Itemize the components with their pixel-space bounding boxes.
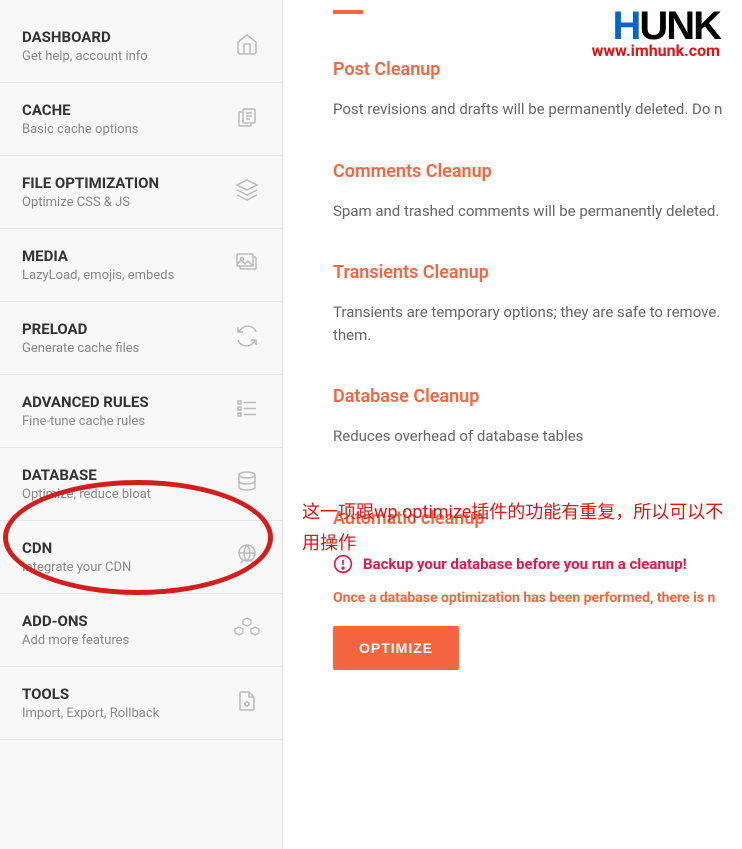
sidebar-item-subtitle: Generate cache files	[22, 341, 224, 356]
sidebar-item-addons[interactable]: ADD-ONS Add more features	[0, 594, 282, 667]
main-content: Post Cleanup Post revisions and drafts w…	[283, 0, 742, 849]
sidebar-item-title: FILE OPTIMIZATION	[22, 174, 224, 192]
danger-note: Once a database optimization has been pe…	[333, 590, 742, 606]
section-comments-cleanup: Comments Cleanup Spam and trashed commen…	[333, 161, 742, 223]
sidebar-item-title: ADVANCED RULES	[22, 393, 224, 411]
logo-overlay: HUNK www.imhunk.com	[592, 8, 720, 60]
sidebar-item-subtitle: Get help, account info	[22, 49, 224, 64]
cubes-icon	[234, 615, 260, 641]
active-tab-indicator	[333, 10, 363, 14]
section-heading: Comments Cleanup	[333, 161, 742, 182]
section-description: Transients are temporary options; they a…	[333, 301, 742, 346]
sidebar-item-subtitle: Import, Export, Rollback	[22, 706, 224, 721]
layers-icon	[234, 177, 260, 203]
section-transients-cleanup: Transients Cleanup Transients are tempor…	[333, 262, 742, 346]
sidebar-item-title: DASHBOARD	[22, 28, 224, 46]
sidebar-item-subtitle: Optimize, reduce bloat	[22, 487, 224, 502]
sidebar-item-media[interactable]: MEDIA LazyLoad, emojis, embeds	[0, 229, 282, 302]
sidebar-item-file-optimization[interactable]: FILE OPTIMIZATION Optimize CSS & JS	[0, 156, 282, 229]
sidebar-item-subtitle: Basic cache options	[22, 122, 224, 137]
sidebar-item-cache[interactable]: CACHE Basic cache options	[0, 83, 282, 156]
database-icon	[234, 469, 260, 495]
sidebar-item-title: PRELOAD	[22, 320, 224, 338]
section-description: Reduces overhead of database tables	[333, 425, 742, 448]
sidebar-item-dashboard[interactable]: DASHBOARD Get help, account info	[0, 10, 282, 83]
optimize-button[interactable]: OPTIMIZE	[333, 626, 459, 670]
section-description: Post revisions and drafts will be perman…	[333, 98, 742, 121]
sidebar-item-subtitle: Add more features	[22, 633, 224, 648]
sidebar-item-title: CACHE	[22, 101, 224, 119]
sidebar-item-subtitle: LazyLoad, emojis, embeds	[22, 268, 224, 283]
list-icon	[234, 396, 260, 422]
sidebar-item-cdn[interactable]: CDN Integrate your CDN	[0, 521, 282, 594]
file-gear-icon	[234, 688, 260, 714]
sidebar-item-subtitle: Fine-tune cache rules	[22, 414, 224, 429]
images-icon	[234, 250, 260, 276]
globe-icon	[234, 542, 260, 568]
section-heading: Post Cleanup	[333, 59, 742, 80]
logo-url: www.imhunk.com	[592, 41, 720, 60]
sidebar-item-subtitle: Optimize CSS & JS	[22, 195, 224, 210]
section-database-cleanup: Database Cleanup Reduces overhead of dat…	[333, 386, 742, 448]
sidebar-item-subtitle: Integrate your CDN	[22, 560, 224, 575]
copy-icon	[234, 104, 260, 130]
home-icon	[234, 31, 260, 57]
sidebar-item-title: DATABASE	[22, 466, 224, 484]
sidebar-item-title: MEDIA	[22, 247, 224, 265]
logo-text: HUNK	[592, 8, 720, 44]
sidebar-item-title: TOOLS	[22, 685, 224, 703]
sidebar-item-advanced-rules[interactable]: ADVANCED RULES Fine-tune cache rules	[0, 375, 282, 448]
section-description: Spam and trashed comments will be perman…	[333, 200, 742, 223]
section-heading: Database Cleanup	[333, 386, 742, 407]
sidebar-item-title: CDN	[22, 539, 224, 557]
annotation-text: 这一项跟wp optimize插件的功能有重复，所以可以不用操作	[302, 498, 726, 559]
sidebar-item-tools[interactable]: TOOLS Import, Export, Rollback	[0, 667, 282, 740]
section-post-cleanup: Post Cleanup Post revisions and drafts w…	[333, 59, 742, 121]
refresh-icon	[234, 323, 260, 349]
sidebar-item-title: ADD-ONS	[22, 612, 224, 630]
section-heading: Transients Cleanup	[333, 262, 742, 283]
sidebar-item-database[interactable]: DATABASE Optimize, reduce bloat	[0, 448, 282, 521]
sidebar: DASHBOARD Get help, account info CACHE B…	[0, 0, 283, 849]
sidebar-item-preload[interactable]: PRELOAD Generate cache files	[0, 302, 282, 375]
